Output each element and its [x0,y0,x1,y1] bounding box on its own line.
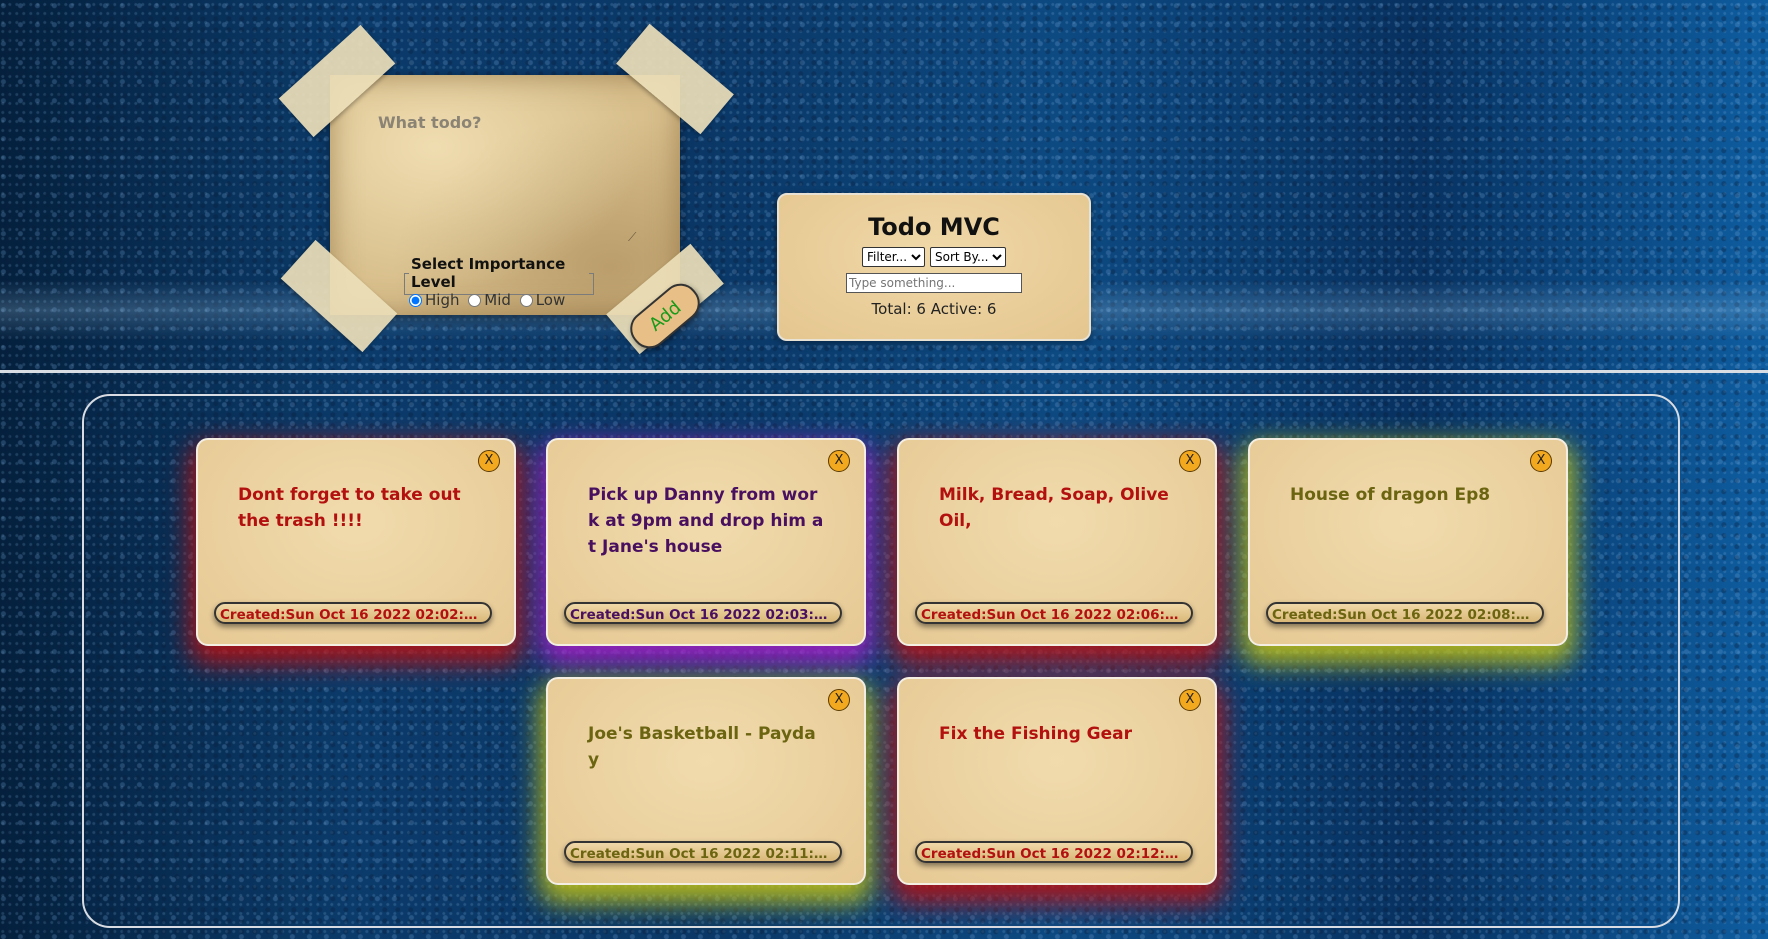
todo-card-text: Dont forget to take out the trash !!!! [238,485,461,531]
importance-selector: Select Importance Level High Mid Low [404,255,594,309]
todo-card: X House of dragon Ep8 Created:Sun Oct 16… [1248,438,1568,646]
todo-card: X Dont forget to take out the trash !!!!… [196,438,516,646]
created-timestamp: Created:Sun Oct 16 2022 02:12:57 G... [915,841,1193,863]
close-button[interactable]: X [1179,689,1201,711]
filter-select[interactable]: Filter... [862,247,925,267]
importance-high-label[interactable]: High [425,291,459,309]
header-panel: Todo MVC Filter... Sort By... Total: 6 A… [777,193,1091,341]
close-button[interactable]: X [828,450,850,472]
resize-grip-icon[interactable]: ⟋ [628,230,636,245]
todo-card-text: Milk, Bread, Soap, Olive Oil, [939,485,1169,531]
todo-card: X Pick up Danny from work at 9pm and dro… [546,438,866,646]
importance-legend: Select Importance Level [411,255,566,291]
importance-low-label[interactable]: Low [536,291,566,309]
todo-card: X Milk, Bread, Soap, Olive Oil, Created:… [897,438,1217,646]
todo-text-input[interactable] [376,111,660,255]
importance-high-radio[interactable] [409,294,422,307]
close-button[interactable]: X [1530,450,1552,472]
todo-card-text: Fix the Fishing Gear [939,724,1133,744]
todo-card: X Fix the Fishing Gear Created:Sun Oct 1… [897,677,1217,885]
created-timestamp: Created:Sun Oct 16 2022 02:11:00 G... [564,841,842,863]
created-timestamp: Created:Sun Oct 16 2022 02:06:32 G... [915,602,1193,624]
close-button[interactable]: X [828,689,850,711]
importance-mid-label[interactable]: Mid [484,291,511,309]
section-divider [0,370,1768,373]
importance-mid-radio[interactable] [468,294,482,307]
search-input[interactable] [846,273,1022,293]
importance-low-radio[interactable] [519,294,533,307]
todo-counts: Total: 6 Active: 6 [871,300,997,318]
created-timestamp: Created:Sun Oct 16 2022 02:02:11 G... [214,602,492,624]
todo-card-text: Joe's Basketball - Payday [588,724,816,770]
created-timestamp: Created:Sun Oct 16 2022 02:03:21 G... [564,602,842,624]
controls-row: Filter... Sort By... [779,247,1089,267]
todo-card-text: Pick up Danny from work at 9pm and drop … [588,485,824,557]
close-button[interactable]: X [478,450,500,472]
close-button[interactable]: X [1179,450,1201,472]
todo-card-text: House of dragon Ep8 [1290,485,1491,505]
created-timestamp: Created:Sun Oct 16 2022 02:08:42 G... [1266,602,1544,624]
sort-select[interactable]: Sort By... [930,247,1006,267]
todo-card: X Joe's Basketball - Payday Created:Sun … [546,677,866,885]
todo-composer: ⟋ Select Importance Level High Mid Low A… [278,23,734,356]
app-title: Todo MVC [868,213,1000,241]
